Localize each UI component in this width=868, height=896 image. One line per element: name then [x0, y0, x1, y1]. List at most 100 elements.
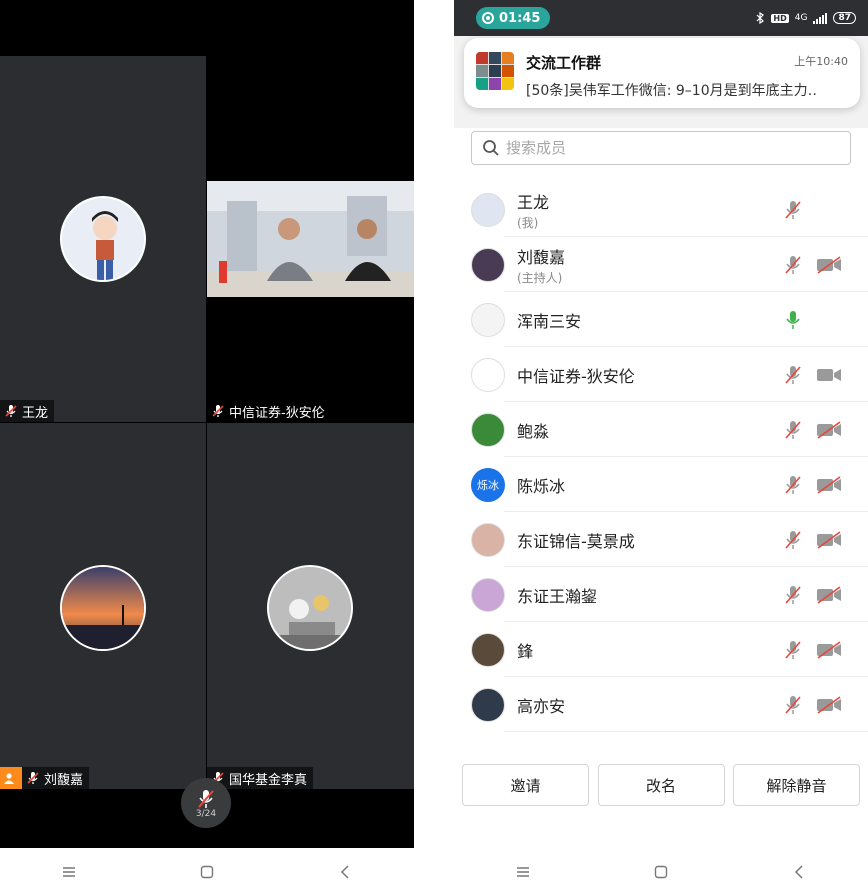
camera-status[interactable]: [816, 419, 842, 441]
camera-feed: [207, 181, 414, 297]
participant-info: 鋒: [517, 638, 782, 662]
search-box[interactable]: [471, 131, 851, 165]
mic-status[interactable]: [782, 309, 804, 331]
camera-status[interactable]: [816, 694, 842, 716]
participant-name: 鋒: [517, 641, 534, 661]
participant-status-icons: [782, 419, 842, 441]
back-chevron-icon: [340, 865, 349, 879]
participant-avatar: [471, 632, 505, 667]
video-tile-2[interactable]: 中信证券-狄安伦: [207, 56, 414, 422]
camera-status[interactable]: [816, 254, 842, 276]
mic-status[interactable]: [782, 694, 804, 716]
participant-row[interactable]: 浑南三安: [454, 292, 868, 347]
participant-name: 陈烁冰: [517, 476, 566, 496]
home-nav-button[interactable]: [192, 857, 222, 887]
tile-name: 刘馥嘉: [44, 772, 84, 788]
mute-toggle-button[interactable]: 3/24: [181, 778, 231, 828]
participant-row[interactable]: 鋒: [454, 622, 868, 677]
mic-status[interactable]: [782, 419, 804, 441]
camera-off-icon: [817, 475, 841, 494]
participant-role: (我): [517, 215, 539, 230]
camera-status[interactable]: [816, 639, 842, 661]
menu-nav-button[interactable]: [508, 857, 538, 887]
participant-info: 王龙 (我): [517, 189, 782, 231]
camera-status[interactable]: [816, 474, 842, 496]
mic-muted-icon: [785, 585, 801, 604]
participant-row[interactable]: 东证王瀚鋆: [454, 567, 868, 622]
mic-status[interactable]: [782, 199, 804, 221]
mic-status[interactable]: [782, 474, 804, 496]
mic-status[interactable]: [782, 364, 804, 386]
participant-row[interactable]: 烁冰 陈烁冰: [454, 457, 868, 512]
participant-info: 鲍淼: [517, 418, 782, 442]
camera-status[interactable]: [816, 584, 842, 606]
unmute-all-button[interactable]: 解除静音: [733, 764, 860, 806]
camera-status[interactable]: [816, 199, 842, 221]
participant-row[interactable]: 中信证券-狄安伦: [454, 347, 868, 402]
notification-banner[interactable]: 交流工作群 [50条]吴伟军工作微信: 9–10月是到年底主力‥ 上午10:40: [464, 38, 860, 108]
camera-status[interactable]: [816, 364, 842, 386]
tile-name-label: 中信证券-狄安伦: [207, 400, 331, 422]
participant-name: 鲍淼: [517, 421, 550, 441]
participant-avatar: [471, 577, 505, 612]
home-nav-button[interactable]: [646, 857, 676, 887]
mic-muted-icon: [5, 405, 17, 417]
participant-row[interactable]: 王龙 (我): [454, 182, 868, 237]
back-nav-button[interactable]: [330, 857, 360, 887]
back-nav-button[interactable]: [784, 857, 814, 887]
mic-status[interactable]: [782, 529, 804, 551]
camera-status[interactable]: [816, 309, 842, 331]
participant-panel-screen: 01:45 HD 4G 87 交流工作群 [50条]吴伟军工作微信: 9–10月…: [454, 0, 868, 848]
menu-nav-button[interactable]: [54, 857, 84, 887]
participant-row[interactable]: 高亦安: [454, 677, 868, 732]
back-chevron-icon: [794, 865, 803, 879]
participant-avatar: [471, 412, 505, 447]
participant-row[interactable]: 刘馥嘉 (主持人): [454, 237, 868, 292]
participant-avatar: [471, 522, 505, 557]
call-timer: 01:45: [499, 10, 541, 26]
camera-status[interactable]: [816, 529, 842, 551]
tile-name: 王龙: [22, 405, 49, 421]
host-badge-icon: [0, 767, 22, 789]
search-input[interactable]: [506, 139, 826, 157]
system-nav-bar: [454, 848, 868, 896]
participant-avatar: [60, 196, 146, 282]
participant-status-icons: [782, 254, 842, 276]
battery-level: 87: [838, 13, 851, 23]
system-nav-bar: [0, 848, 414, 896]
participant-status-icons: [782, 639, 842, 661]
notification-time: 上午10:40: [794, 55, 848, 68]
call-timer-pill[interactable]: 01:45: [476, 7, 551, 29]
video-tile-3[interactable]: 刘馥嘉: [0, 423, 206, 789]
camera-off-icon: [817, 695, 841, 714]
video-grid-screen: 王龙 中信证券-狄安伦 刘馥嘉 国华基金李真 3/24: [0, 0, 414, 848]
video-tile-4[interactable]: 国华基金李真: [207, 423, 414, 789]
participant-status-icons: [782, 199, 842, 221]
tile-name: 国华基金李真: [229, 772, 308, 788]
mic-muted-icon: [198, 789, 214, 808]
participant-status-icons: [782, 474, 842, 496]
participant-name: 东证锦信-莫景成: [517, 531, 635, 551]
mic-status[interactable]: [782, 639, 804, 661]
mic-muted-icon: [212, 405, 224, 417]
mic-muted-icon: [785, 640, 801, 659]
mic-muted-icon: [785, 420, 801, 439]
video-tile-1[interactable]: 王龙: [0, 56, 206, 422]
participant-avatar: [471, 302, 505, 337]
bluetooth-icon: [756, 12, 765, 24]
participant-list[interactable]: 王龙 (我) 刘馥嘉 (主持人) 浑南三安 中信证券-狄安伦鲍淼烁冰 陈烁冰东证锦信-莫景成…: [454, 182, 868, 748]
mic-status[interactable]: [782, 584, 804, 606]
participant-row[interactable]: 东证锦信-莫景成: [454, 512, 868, 567]
menu-icon: [63, 867, 75, 877]
tile-name-label: 刘馥嘉: [0, 767, 90, 789]
participant-row[interactable]: 鲍淼: [454, 402, 868, 457]
camera-off-icon: [817, 255, 841, 274]
group-avatar: [476, 52, 514, 90]
camera-off-icon: [817, 420, 841, 439]
mic-status[interactable]: [782, 254, 804, 276]
rename-button[interactable]: 改名: [597, 764, 725, 806]
tile-name: 中信证券-狄安伦: [229, 405, 325, 421]
invite-button[interactable]: 邀请: [462, 764, 589, 806]
battery-icon: 87: [833, 12, 856, 24]
participant-avatar: [471, 247, 505, 282]
